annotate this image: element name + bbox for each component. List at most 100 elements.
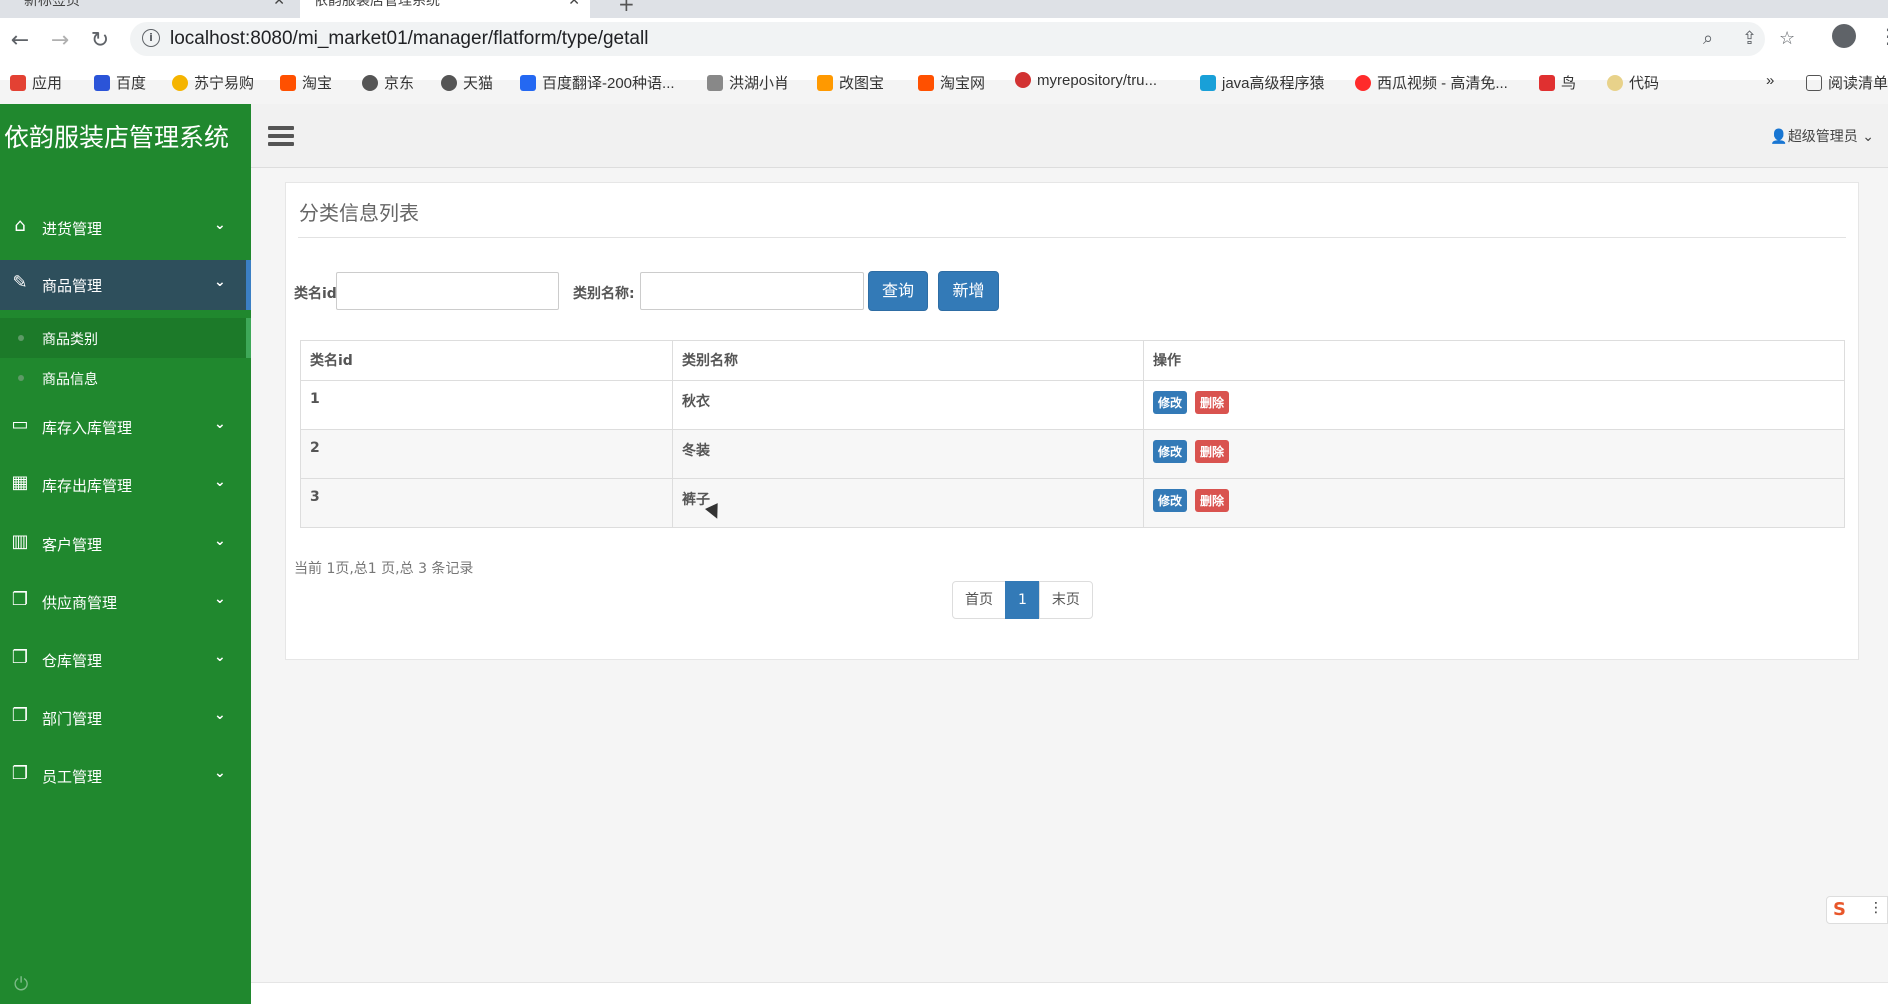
copy-icon: ❐	[11, 647, 29, 668]
first-page-link[interactable]: 首页	[952, 581, 1006, 619]
sidebar-item-departments[interactable]: ❐ 部门管理 ⌄	[0, 693, 251, 741]
app-brand[interactable]: 依韵服装店管理系统	[4, 118, 229, 154]
browser-tab[interactable]: 新标签页 ✕	[10, 0, 295, 18]
current-page-link[interactable]: 1	[1005, 581, 1040, 619]
power-icon[interactable]: ⏻	[14, 974, 28, 995]
sidebar-item-suppliers[interactable]: ❐ 供应商管理 ⌄	[0, 577, 251, 625]
zoom-icon[interactable]: ⌕	[1703, 28, 1713, 49]
new-tab-icon[interactable]: +	[618, 0, 635, 16]
url-text[interactable]: localhost:8080/mi_market01/manager/flatf…	[170, 28, 648, 50]
bookmark-item[interactable]: 京东	[362, 72, 414, 93]
edit-button[interactable]: 修改	[1153, 440, 1188, 463]
chevron-down-icon: ⌄	[214, 217, 226, 233]
sidebar-item-purchase[interactable]: ⌂ 进货管理 ⌄	[0, 203, 251, 251]
bookmark-item[interactable]: 天猫	[441, 72, 493, 93]
sidebar-item-label: 部门管理	[42, 710, 103, 728]
close-icon[interactable]: ✕	[568, 0, 580, 12]
sidebar-item-stock-in[interactable]: ▭ 库存入库管理 ⌄	[0, 402, 251, 450]
reload-icon[interactable]: ↻	[85, 28, 115, 53]
reading-list[interactable]: 阅读清单	[1806, 72, 1888, 93]
cell-id: 2	[300, 429, 673, 479]
bookmark-label: 淘宝	[302, 75, 333, 92]
main-content: 分类信息列表 类名id: 类别名称: 查询 新增 类名id 类别名称 操作 1 …	[251, 168, 1888, 982]
back-arrow-icon[interactable]: ←	[5, 28, 35, 53]
bird-icon	[1539, 75, 1555, 91]
translate-icon	[520, 75, 536, 91]
category-name-input[interactable]	[640, 272, 864, 310]
user-icon: 👤	[1770, 129, 1788, 145]
bookmarks-bar: 应用 百度 苏宁易购 淘宝 京东 天猫 百度翻译-200种语... 洪湖小肖 改…	[0, 66, 1888, 102]
bookmark-item[interactable]: 西瓜视频 - 高清免...	[1355, 72, 1508, 93]
bookmark-item[interactable]: myrepository/tru...	[1015, 72, 1157, 89]
edit-button[interactable]: 修改	[1153, 391, 1188, 414]
ime-toolbar[interactable]: S ⋮	[1826, 896, 1888, 924]
delete-button[interactable]: 删除	[1195, 391, 1230, 414]
more-icon[interactable]: ⋮	[1869, 900, 1883, 916]
bookmark-apps[interactable]: 应用	[10, 72, 62, 93]
copy-icon: ❐	[11, 589, 29, 610]
sidebar-subitem-product-info[interactable]: 商品信息	[0, 358, 251, 398]
sidebar-item-employees[interactable]: ❐ 员工管理 ⌄	[0, 751, 251, 799]
share-icon[interactable]: ⇪	[1742, 28, 1757, 49]
sidebar-item-customers[interactable]: ▥ 客户管理 ⌄	[0, 519, 251, 567]
more-bookmarks-icon[interactable]: »	[1766, 72, 1774, 89]
edit-button[interactable]: 修改	[1153, 489, 1188, 512]
page-info: 当前 1页,总1 页,总 3 条记录	[294, 561, 474, 577]
site-info-icon[interactable]: i	[142, 29, 160, 47]
bookmark-item[interactable]: java高级程序猿	[1200, 72, 1325, 93]
forward-arrow-icon[interactable]: →	[45, 28, 75, 53]
cell-name: 裤子	[672, 478, 1144, 528]
bookmark-item[interactable]: 百度	[94, 72, 146, 93]
bookmark-label: 洪湖小肖	[729, 75, 790, 92]
cell-actions: 修改 删除	[1143, 429, 1845, 479]
delete-button[interactable]: 删除	[1195, 440, 1230, 463]
bookmark-label: 天猫	[463, 75, 494, 92]
sidebar-item-stock-out[interactable]: ▦ 库存出库管理 ⌄	[0, 460, 251, 508]
copy-icon: ❐	[11, 763, 29, 784]
bookmark-item[interactable]: 苏宁易购	[172, 72, 254, 93]
hamburger-menu-icon[interactable]	[268, 126, 294, 146]
user-menu[interactable]: 👤超级管理员 ⌄	[1770, 126, 1874, 146]
taobao-icon	[918, 75, 934, 91]
bookmark-item[interactable]: 代码	[1607, 72, 1659, 93]
bookmark-label: 苏宁易购	[194, 75, 255, 92]
home-icon: ⌂	[14, 215, 26, 236]
sidebar-item-warehouse[interactable]: ❐ 仓库管理 ⌄	[0, 635, 251, 683]
query-button[interactable]: 查询	[868, 271, 928, 311]
bookmark-item[interactable]: 淘宝网	[918, 72, 985, 93]
last-page-link[interactable]: 末页	[1038, 581, 1093, 619]
page-title: 分类信息列表	[299, 201, 419, 225]
bookmark-item[interactable]: 鸟	[1539, 72, 1576, 93]
globe-icon	[441, 75, 457, 91]
profile-avatar-icon[interactable]	[1832, 24, 1856, 48]
close-icon[interactable]: ✕	[273, 0, 285, 12]
category-id-input[interactable]	[336, 272, 559, 310]
bookmark-item[interactable]: 洪湖小肖	[707, 72, 789, 93]
apps-grid-icon	[10, 75, 26, 91]
sidebar-item-products[interactable]: ✎ 商品管理 ⌄	[0, 260, 251, 310]
pagination: 首页 1 末页	[952, 581, 1093, 619]
sidebar-item-label: 进货管理	[42, 220, 103, 238]
bookmark-item[interactable]: 淘宝	[280, 72, 332, 93]
sidebar-item-label: 库存入库管理	[42, 419, 133, 437]
sidebar-subitem-category[interactable]: 商品类别	[0, 318, 251, 358]
star-icon[interactable]: ☆	[1779, 28, 1795, 49]
suning-icon	[172, 75, 188, 91]
top-navbar: 👤超级管理员 ⌄	[251, 104, 1888, 168]
bookmark-item[interactable]: 百度翻译-200种语...	[520, 72, 675, 93]
browser-menu-icon[interactable]: ⋮	[1878, 24, 1888, 48]
bookmark-label: 百度	[116, 75, 147, 92]
sogou-ime-icon[interactable]: S	[1833, 899, 1846, 920]
bookmark-item[interactable]: 改图宝	[817, 72, 884, 93]
sidebar-item-label: 员工管理	[42, 768, 103, 786]
footer	[251, 982, 1888, 1004]
divider	[298, 237, 1846, 238]
table-icon: ▦	[11, 472, 29, 493]
bookmark-label: 淘宝网	[940, 75, 986, 92]
category-name-label: 类别名称:	[573, 286, 635, 302]
browser-tab-active[interactable]: 依韵服装店管理系统 ✕	[300, 0, 590, 18]
add-button[interactable]: 新增	[938, 271, 999, 311]
bookmark-label: 代码	[1629, 75, 1660, 92]
address-bar[interactable]: i localhost:8080/mi_market01/manager/fla…	[130, 22, 1795, 56]
delete-button[interactable]: 删除	[1195, 489, 1230, 512]
